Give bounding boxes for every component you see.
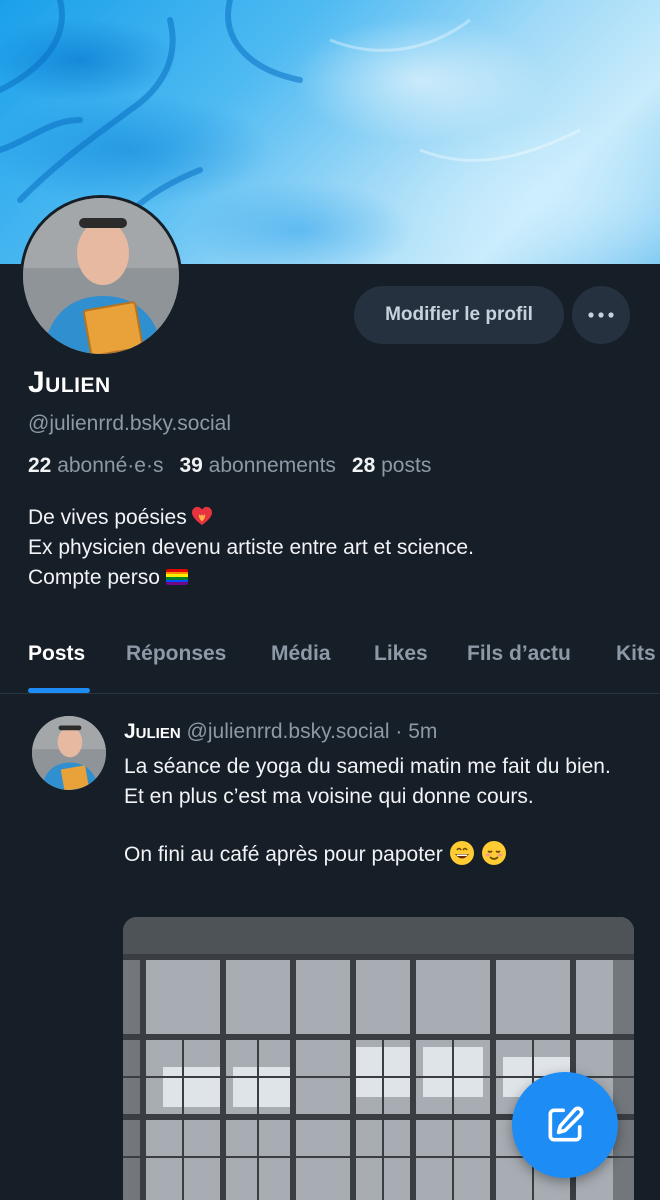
compose-icon [548,1106,584,1142]
heart-on-fire-emoji-icon [191,506,212,526]
tab-posts[interactable]: Posts [28,642,85,666]
post-author-handle[interactable]: @julienrrd.bsky.social [187,720,390,743]
profile-avatar[interactable] [20,195,182,357]
post-text-paragraph-2: On fini au café après pour papoter [124,843,443,866]
post-text: La séance de yoga du samedi matin me fai… [124,752,634,870]
post-timestamp[interactable]: 5m [408,720,437,743]
tab-likes[interactable]: Likes [374,642,428,666]
more-options-button[interactable] [572,286,630,344]
avatar-photo [23,198,179,354]
post-text-paragraph-1: La séance de yoga du samedi matin me fai… [124,755,611,808]
post-author-name[interactable]: Julien [124,720,181,743]
active-tab-indicator [28,688,90,693]
bio-line-2: Ex physicien devenu artiste entre art et… [28,536,474,559]
posts-label: posts [381,454,432,477]
followers-label: abonné·e·s [57,454,164,477]
following-label: abonnements [208,454,336,477]
bio-line-1: De vives poésies [28,506,187,529]
edit-profile-button[interactable]: Modifier le profil [354,286,564,344]
tab-starter-packs[interactable]: Kits [616,642,656,666]
post-separator: · [395,720,403,743]
post-header: Julien @julienrrd.bsky.social · 5m [124,720,437,744]
post-author-avatar[interactable] [32,716,106,790]
grinning-face-emoji-icon [449,841,474,865]
tab-media[interactable]: Média [271,642,331,666]
tab-feeds[interactable]: Fils d’actu [467,642,571,666]
followers-link[interactable]: 22 abonné·e·s [28,454,163,477]
bio-line-3: Compte perso [28,566,160,589]
compose-post-button[interactable] [512,1072,618,1178]
tab-replies[interactable]: Réponses [126,642,226,666]
posts-stat: 28 posts [352,454,431,477]
profile-bio: De vives poésies Ex physicien devenu art… [28,503,474,593]
profile-tabs: Posts Réponses Média Likes Fils d’actu K… [0,630,660,694]
following-link[interactable]: 39 abonnements [179,454,335,477]
posts-count: 28 [351,454,376,477]
following-count: 39 [179,454,203,477]
ellipsis-icon [588,312,614,318]
profile-stats: 22 abonné·e·s 39 abonnements 28 posts [28,454,431,478]
rainbow-flag-icon [165,569,188,585]
smiling-face-emoji-icon [481,841,506,865]
followers-count: 22 [28,454,52,477]
profile-name: Julien [28,366,111,399]
profile-handle: @julienrrd.bsky.social [28,412,231,435]
post-avatar-photo [32,716,106,790]
